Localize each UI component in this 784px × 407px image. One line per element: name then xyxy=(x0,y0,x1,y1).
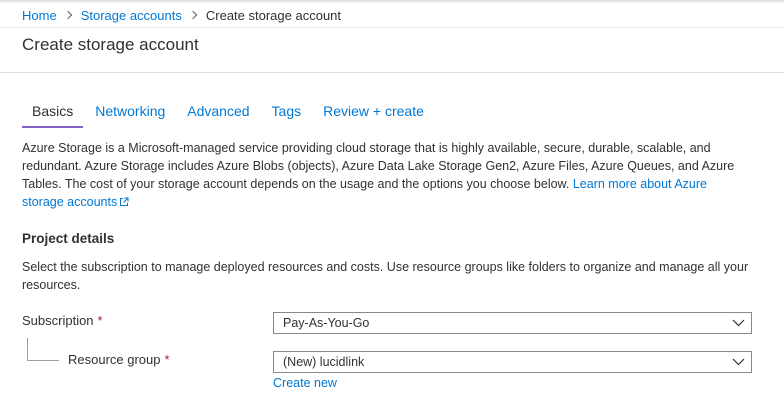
tab-tags[interactable]: Tags xyxy=(262,103,312,128)
tab-basics[interactable]: Basics xyxy=(22,103,84,128)
resource-group-label: Resource group * xyxy=(68,352,170,367)
resource-group-label-text: Resource group xyxy=(68,352,161,367)
tab-review-create[interactable]: Review + create xyxy=(313,103,434,128)
breadcrumb-home[interactable]: Home xyxy=(22,8,57,23)
subscription-dropdown[interactable]: Pay-As-You-Go xyxy=(273,312,752,334)
tree-connector-vertical xyxy=(27,338,28,360)
resource-group-value: (New) lucidlink xyxy=(283,355,365,369)
chevron-right-icon xyxy=(188,10,198,20)
tab-bar: Basics Networking Advanced Tags Review +… xyxy=(22,103,436,128)
create-new-resource-group-link[interactable]: Create new xyxy=(273,376,337,390)
required-marker: * xyxy=(164,352,170,367)
project-details-description: Select the subscription to manage deploy… xyxy=(22,260,749,292)
breadcrumb-storage-accounts[interactable]: Storage accounts xyxy=(81,8,182,23)
breadcrumb-current: Create storage account xyxy=(205,7,342,23)
page-title: Create storage account xyxy=(22,35,199,54)
resource-group-dropdown[interactable]: (New) lucidlink xyxy=(273,351,752,373)
tab-advanced[interactable]: Advanced xyxy=(177,103,259,128)
divider xyxy=(0,27,784,28)
breadcrumb: Home Storage accounts Create storage acc… xyxy=(22,7,341,23)
chevron-right-icon xyxy=(63,10,72,20)
intro-paragraph: Azure Storage is a Microsoft-managed ser… xyxy=(22,139,752,212)
divider xyxy=(0,72,784,73)
external-link-icon xyxy=(119,194,129,212)
tab-networking[interactable]: Networking xyxy=(85,103,175,128)
tree-connector-horizontal xyxy=(27,360,59,361)
subscription-label: Subscription * xyxy=(22,313,103,328)
subscription-value: Pay-As-You-Go xyxy=(283,316,370,330)
subscription-label-text: Subscription xyxy=(22,313,94,328)
chevron-down-icon xyxy=(725,319,751,327)
project-details-heading: Project details xyxy=(22,231,115,246)
top-shadow xyxy=(0,0,784,4)
required-marker: * xyxy=(97,313,103,328)
chevron-down-icon xyxy=(725,358,751,366)
